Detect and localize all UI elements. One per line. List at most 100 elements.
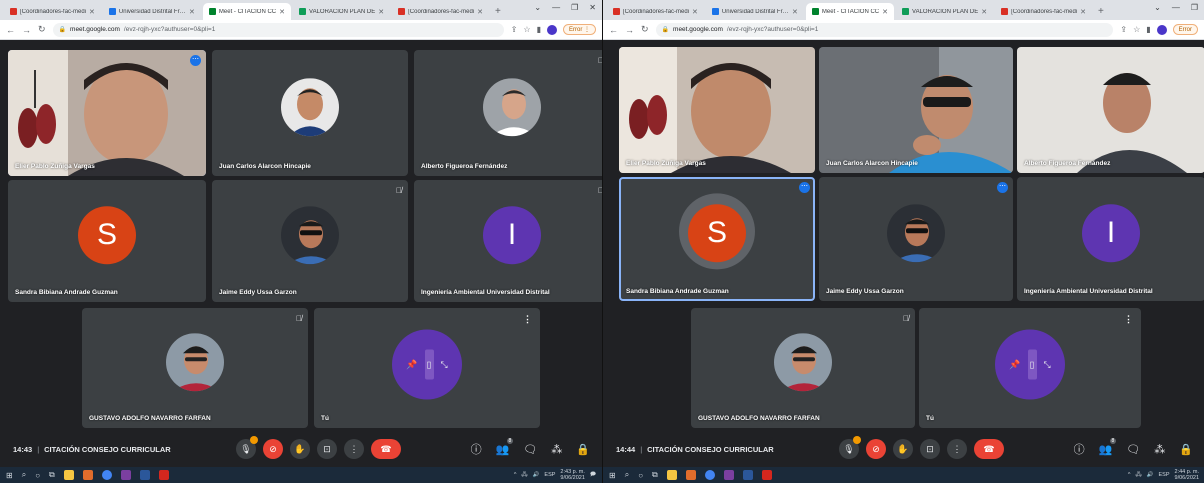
participant-tile[interactable]: 🎙̸ GUSTAVO ADOLFO NAVARRO FARFAN [82, 308, 308, 428]
new-tab-button[interactable]: + [1094, 3, 1108, 20]
profile-avatar[interactable] [546, 24, 557, 35]
chrome-icon[interactable] [704, 470, 715, 480]
browser-tab[interactable]: VALORACION PLAN DE ✕ [896, 3, 993, 20]
chat-icon[interactable]: 🗨 [1126, 443, 1140, 456]
close-tab-icon[interactable]: ✕ [981, 8, 987, 16]
pin-icon[interactable]: 📌 [1009, 359, 1020, 370]
forward-icon[interactable]: → [625, 25, 634, 35]
participant-tile[interactable]: 🎙̸ Alberto Figueroa Fernández [414, 50, 602, 176]
forward-icon[interactable]: → [22, 25, 31, 35]
minimize-tile-icon[interactable]: ⤡ [441, 359, 448, 370]
participant-tile[interactable]: ⋯ Elier Pablo Zuñiga Vargas [8, 50, 206, 176]
back-icon[interactable]: ← [609, 25, 618, 35]
tray-arrow-icon[interactable]: ^ [514, 472, 517, 478]
app-icon[interactable] [723, 470, 734, 480]
mic-button[interactable]: 🎙 [839, 436, 861, 459]
participant-tile[interactable]: ⋯ S Sandra Bibiana Andrade Guzman [619, 177, 815, 301]
word-icon[interactable] [742, 470, 753, 480]
browser-tab[interactable]: [Coordinadores-fac-medi ✕ [4, 3, 101, 20]
participant-tile[interactable]: 🎙̸ Jaime Eddy Ussa Garzon [212, 180, 408, 302]
close-window-icon[interactable]: ✕ [589, 3, 596, 12]
share-icon[interactable]: ⇪ [511, 25, 518, 34]
participant-tile[interactable]: S Sandra Bibiana Andrade Guzman [8, 180, 206, 302]
app-icon[interactable] [82, 470, 93, 480]
leave-call-button[interactable]: ☎ [371, 439, 401, 459]
close-tab-icon[interactable]: ✕ [189, 8, 195, 16]
bookmark-star-icon[interactable]: ☆ [1133, 25, 1140, 34]
acrobat-icon[interactable] [761, 470, 772, 480]
share-icon[interactable]: ⇪ [1120, 25, 1127, 34]
maximize-icon[interactable]: ❐ [1191, 3, 1198, 12]
browser-tab[interactable]: [Coordinadores-fac-medi ✕ [392, 3, 489, 20]
notifications-icon[interactable]: 🗩 [590, 471, 596, 480]
error-button[interactable]: Error ⋮ [562, 24, 596, 35]
participant-tile[interactable]: Elier Pablo Zuñiga Vargas [619, 47, 815, 173]
self-tile[interactable]: ⋮ 📌 ▯ ⤡ Tú [919, 308, 1141, 428]
minimize-icon[interactable]: — [552, 3, 560, 12]
maximize-icon[interactable]: ❐ [571, 3, 578, 12]
browser-tab[interactable]: VALORACION PLAN DE ✕ [293, 3, 390, 20]
close-tab-icon[interactable]: ✕ [378, 8, 384, 16]
windows-start-icon[interactable]: ⊞ [6, 471, 13, 480]
minimize-icon[interactable]: — [1172, 3, 1180, 12]
info-icon[interactable]: ⓘ [1074, 441, 1085, 457]
camera-off-button[interactable]: ⊘ [866, 439, 886, 459]
more-options-button[interactable]: ⋮ [947, 439, 967, 459]
close-tab-icon[interactable]: ✕ [89, 8, 95, 16]
mic-button[interactable]: 🎙 [236, 436, 258, 459]
new-tab-button[interactable]: + [491, 3, 505, 20]
search-icon[interactable]: ⌕ [625, 470, 629, 480]
reload-icon[interactable]: ↻ [38, 24, 46, 35]
task-view-icon[interactable]: ⧉ [49, 470, 55, 480]
language-indicator[interactable]: ESP [544, 472, 555, 478]
activities-icon[interactable]: ⁂ [1154, 443, 1165, 456]
participant-tile[interactable]: Juan Carlos Alarcon Hincapie [819, 47, 1013, 173]
close-tab-icon[interactable]: ✕ [792, 8, 798, 16]
lock-icon[interactable]: 🔒 [59, 26, 66, 33]
profile-avatar[interactable] [1156, 24, 1167, 35]
more-options-icon[interactable]: ⋮ [523, 314, 532, 325]
file-explorer-icon[interactable] [63, 470, 74, 480]
tab-search-icon[interactable]: ⌄ [1154, 3, 1161, 12]
bookmark-star-icon[interactable]: ☆ [523, 25, 530, 34]
tab-search-icon[interactable]: ⌄ [534, 3, 541, 12]
sidepanel-icon[interactable]: ▮ [537, 25, 541, 34]
mic-off-icon[interactable]: ▯ [1027, 349, 1037, 380]
more-options-icon[interactable]: ⋯ [799, 182, 810, 193]
url-input[interactable]: 🔒 meet.google.com/evz-rqjh-yxc?authuser=… [52, 22, 504, 37]
volume-icon[interactable]: 🔊 [1147, 472, 1154, 478]
tray-arrow-icon[interactable]: ^ [1128, 472, 1131, 478]
browser-tab[interactable]: [Coordinadores-fac-medi ✕ [607, 3, 704, 20]
network-icon[interactable]: 🖧 [1136, 471, 1142, 480]
raise-hand-button[interactable]: ✋ [290, 439, 310, 459]
participant-tile[interactable]: Alberto Figueroa Fernández [1017, 47, 1204, 173]
cortana-icon[interactable]: ○ [638, 471, 643, 480]
camera-off-button[interactable]: ⊘ [263, 439, 283, 459]
participant-tile[interactable]: 🎙̸ GUSTAVO ADOLFO NAVARRO FARFAN [691, 308, 915, 428]
word-icon[interactable] [139, 470, 150, 480]
close-tab-icon[interactable]: ✕ [882, 8, 888, 16]
acrobat-icon[interactable] [158, 470, 169, 480]
close-tab-icon[interactable]: ✕ [1080, 8, 1086, 16]
chat-icon[interactable]: 🗨 [523, 443, 537, 456]
lock-icon[interactable]: 🔒 [662, 26, 669, 33]
participant-tile[interactable]: 🎙̸ I Ingeniería Ambiental Universidad Di… [414, 180, 602, 302]
chrome-icon[interactable] [101, 470, 112, 480]
url-input[interactable]: 🔒 meet.google.com/evz-rqjh-yxc?authuser=… [655, 22, 1114, 37]
browser-tab[interactable]: Universidad Distrital Franc ✕ [103, 3, 201, 20]
network-icon[interactable]: 🖧 [521, 471, 527, 480]
mic-off-icon[interactable]: ▯ [424, 349, 434, 380]
present-button[interactable]: ⊡ [317, 439, 337, 459]
cortana-icon[interactable]: ○ [35, 471, 40, 480]
browser-tab-active[interactable]: Meet - CITACIÓN CC ✕ [202, 3, 292, 20]
activities-icon[interactable]: ⁂ [551, 443, 562, 456]
minimize-tile-icon[interactable]: ⤡ [1044, 359, 1051, 370]
pin-icon[interactable]: 📌 [406, 359, 417, 370]
leave-call-button[interactable]: ☎ [974, 439, 1004, 459]
error-button[interactable]: Error [1172, 24, 1198, 35]
browser-tab[interactable]: Universidad Distrital Franc ✕ [706, 3, 804, 20]
participant-tile[interactable]: ⋯ Jaime Eddy Ussa Garzon [819, 177, 1013, 301]
back-icon[interactable]: ← [6, 25, 15, 35]
present-button[interactable]: ⊡ [920, 439, 940, 459]
app-icon[interactable] [120, 470, 131, 480]
